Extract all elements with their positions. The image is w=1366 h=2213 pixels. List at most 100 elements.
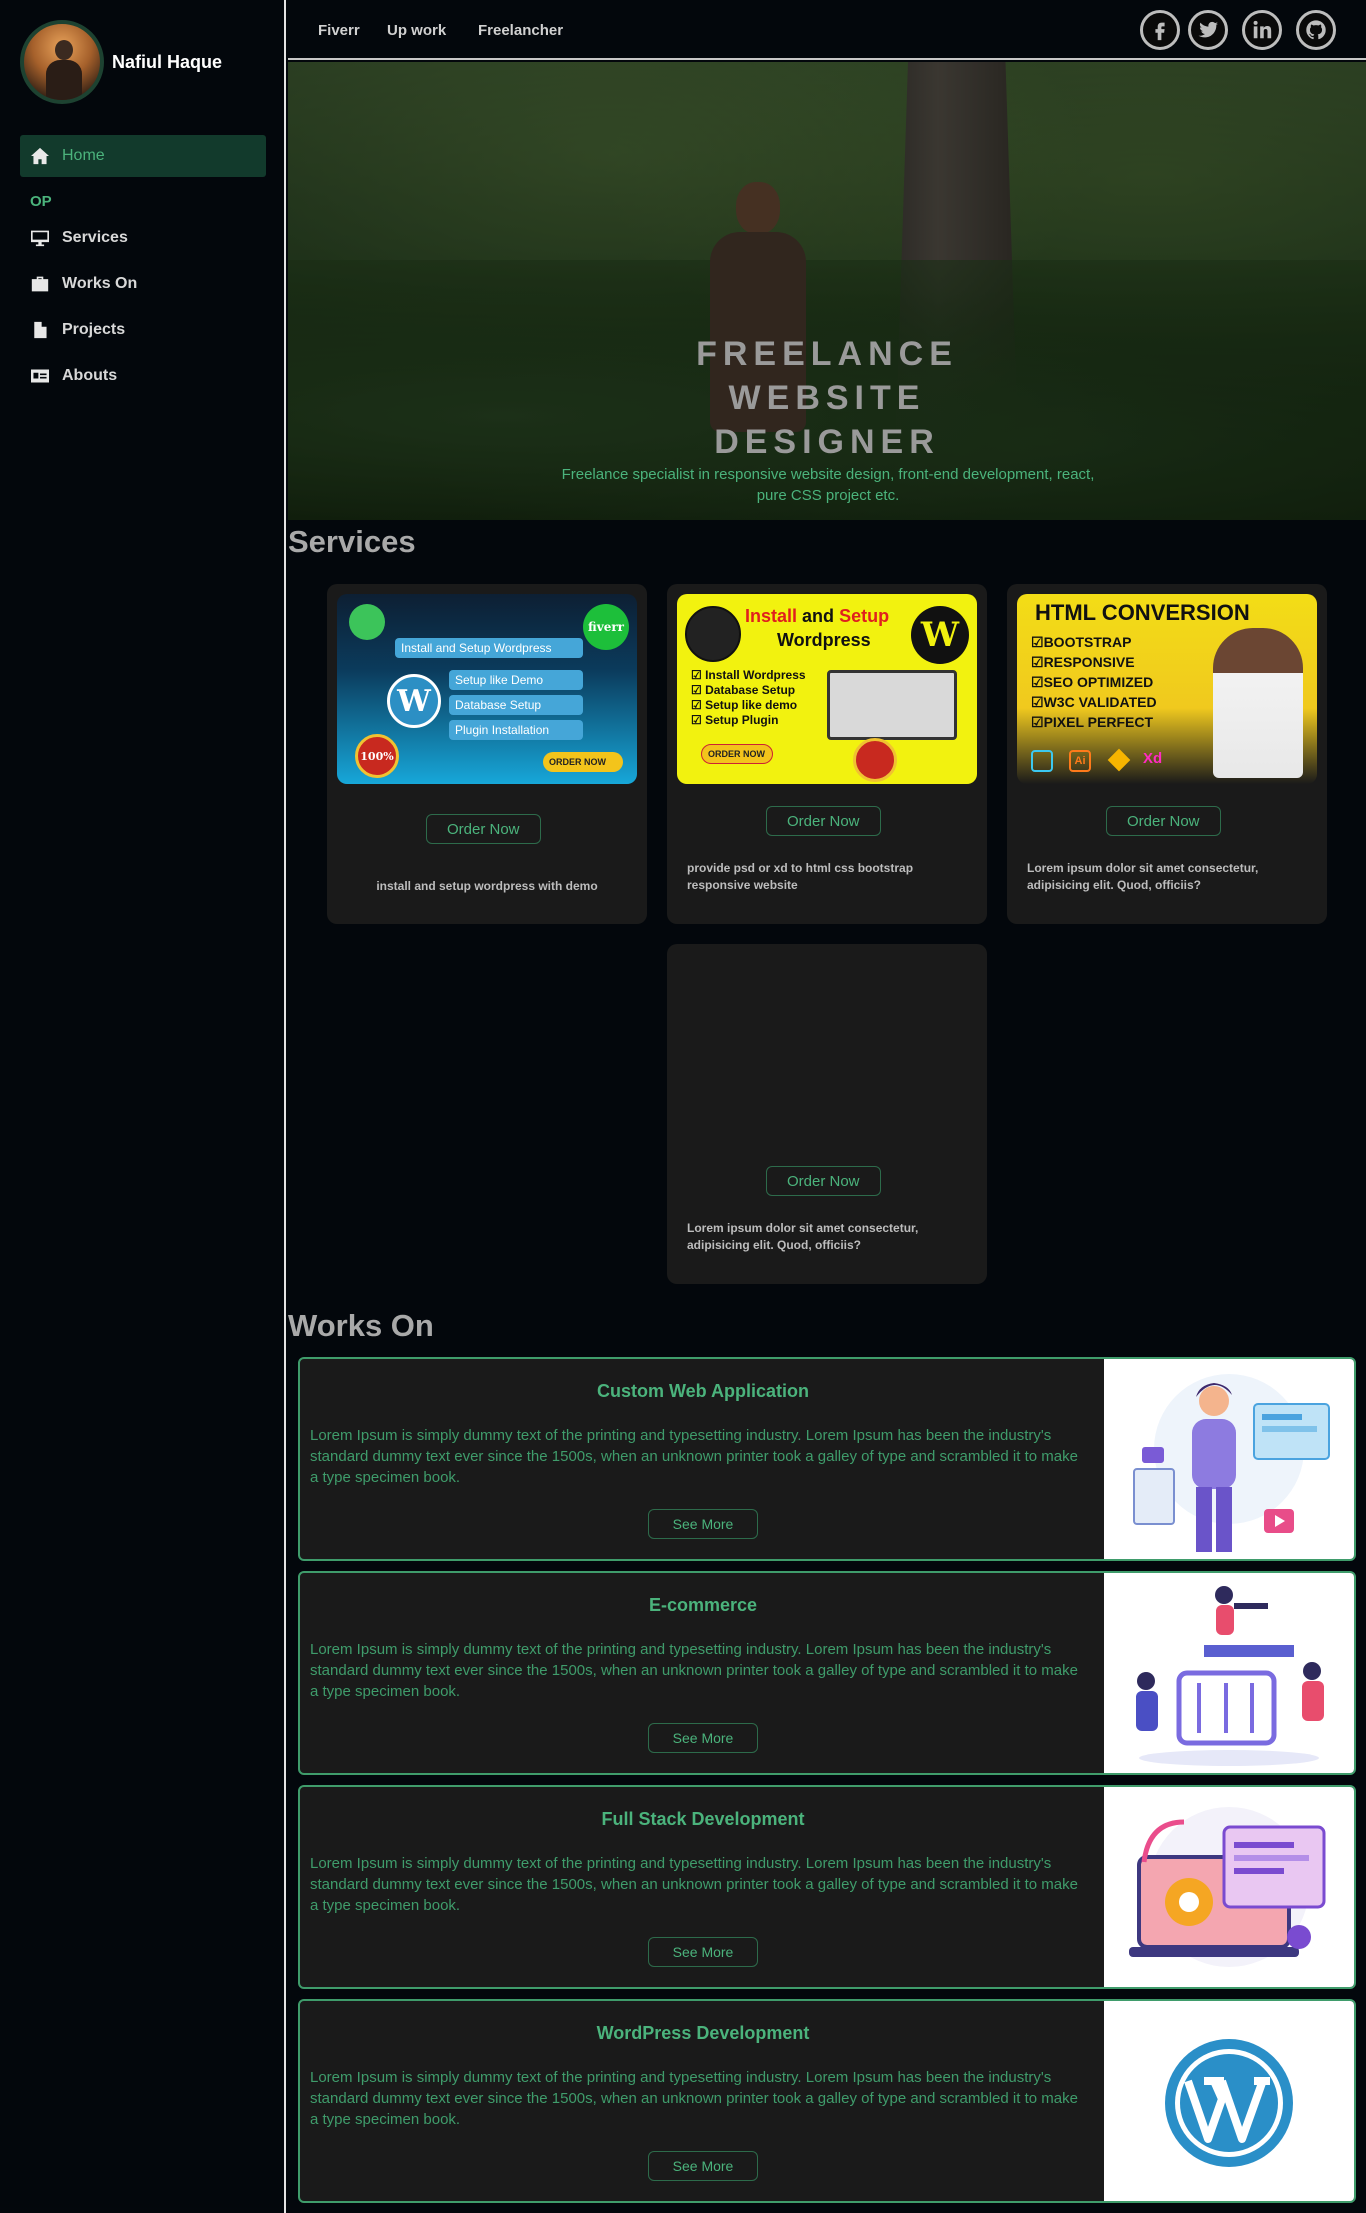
service-card: fiverr Install and Setup Wordpress W Set… — [327, 584, 647, 924]
work-title: Full Stack Development — [601, 1809, 805, 1829]
work-title: E-commerce — [648, 1595, 758, 1615]
service-image-wordpress-install: Install and Setup Wordpress W ☑ Install … — [677, 594, 977, 784]
service-card: Install and Setup Wordpress W ☑ Install … — [667, 584, 987, 924]
image-item: Setup like Demo — [449, 670, 583, 690]
image-item-text: RESPONSIVE — [1043, 654, 1135, 670]
satisfaction-seal-icon — [853, 738, 897, 782]
order-now-button[interactable]: Order Now — [426, 814, 541, 844]
image-item: ☑BOOTSTRAP — [1031, 634, 1132, 650]
work-text: Lorem Ipsum is simply dummy text of the … — [310, 2069, 1078, 2128]
service-card: HTML CONVERSION ☑BOOTSTRAP ☑RESPONSIVE ☑… — [1007, 584, 1327, 924]
image-item-text: W3C VALIDATED — [1043, 694, 1157, 710]
sidebar-item-projects[interactable]: Projects — [20, 309, 266, 351]
hero-subtitle: Freelance specialist in responsive websi… — [561, 466, 1095, 504]
order-now-image-cta: ORDER NOW — [701, 744, 773, 764]
facebook-link[interactable] — [1140, 10, 1180, 50]
work-title: WordPress Development — [596, 2023, 810, 2043]
order-now-button[interactable]: Order Now — [766, 806, 881, 836]
home-icon — [31, 147, 49, 165]
image-title-setup: Setup — [839, 606, 890, 626]
image-item-text: Setup like demo — [705, 698, 798, 712]
services-heading: Services — [288, 524, 416, 559]
wordpress-logo-icon — [1104, 2001, 1354, 2201]
image-title-and: and — [802, 606, 835, 626]
image-item: ☑ Install Wordpress — [691, 668, 806, 682]
image-item: Plugin Installation — [449, 720, 583, 740]
developer-illustration — [1104, 1359, 1354, 1559]
image-banner: Install and Setup Wordpress — [395, 638, 583, 658]
xd-icon: Xd — [1143, 750, 1163, 767]
sidebar-item-abouts[interactable]: Abouts — [20, 355, 266, 397]
twitter-link[interactable] — [1188, 10, 1228, 50]
image-item: ☑SEO OPTIMIZED — [1031, 674, 1154, 690]
sidebar: Nafiul Haque Home OP Services Works On P… — [0, 0, 286, 2213]
work-text: Lorem Ipsum is simply dummy text of the … — [310, 1641, 1078, 1700]
work-card: Custom Web Application Lorem Ipsum is si… — [298, 1357, 1356, 1561]
work-card: WordPress Development Lorem Ipsum is sim… — [298, 1999, 1356, 2203]
briefcase-icon — [31, 276, 49, 292]
image-item-text: SEO OPTIMIZED — [1043, 674, 1154, 690]
github-link[interactable] — [1296, 10, 1336, 50]
linkedin-link[interactable] — [1242, 10, 1282, 50]
profile: Nafiul Haque — [20, 20, 222, 104]
sidebar-item-home[interactable]: Home — [20, 135, 266, 177]
sidebar-item-label: Projects — [62, 321, 126, 338]
see-more-button[interactable]: See More — [648, 1723, 758, 1753]
file-icon — [34, 321, 47, 339]
image-title-line2: Wordpress — [777, 630, 871, 650]
image-item: ☑W3C VALIDATED — [1031, 694, 1157, 710]
image-title: HTML CONVERSION — [1035, 600, 1250, 625]
service-description: install and setup wordpress with demo — [376, 879, 598, 893]
image-item-text: BOOTSTRAP — [1043, 634, 1132, 650]
profile-name: Nafiul Haque — [112, 51, 223, 72]
service-description: Lorem ipsum dolor sit amet consectetur, … — [687, 1221, 919, 1252]
satisfaction-seal-icon: 100% — [355, 734, 399, 778]
image-item-text: Setup Plugin — [705, 713, 779, 727]
hero-title: FREELANCE WEBSITE DESIGNER — [288, 332, 1366, 464]
nav-link-fiverr[interactable]: Fiverr — [318, 22, 360, 39]
sidebar-item-works-on[interactable]: Works On — [20, 263, 266, 305]
service-description: provide psd or xd to html css bootstrap … — [687, 861, 914, 892]
facebook-icon — [1155, 22, 1165, 41]
sidebar-item-label: Services — [62, 229, 128, 246]
seller-avatar — [349, 604, 385, 640]
image-item: ☑ Setup Plugin — [691, 713, 779, 727]
sidebar-item-label: Works On — [62, 275, 138, 292]
twitter-icon — [1198, 21, 1219, 38]
work-title: Custom Web Application — [596, 1381, 809, 1401]
work-card: E-commerce Lorem Ipsum is simply dummy t… — [298, 1571, 1356, 1775]
fiverr-badge: fiverr — [583, 604, 629, 650]
image-item: ☑ Database Setup — [691, 683, 796, 697]
image-item: Database Setup — [449, 695, 583, 715]
service-image-wordpress-setup: fiverr Install and Setup Wordpress W Set… — [337, 594, 637, 784]
topbar: Fiverr Up work Freelancher — [288, 0, 1366, 60]
hero-banner: FREELANCE WEBSITE DESIGNER Freelance spe… — [288, 62, 1366, 520]
work-text: Lorem Ipsum is simply dummy text of the … — [310, 1427, 1078, 1486]
work-card: Full Stack Development Lorem Ipsum is si… — [298, 1785, 1356, 1989]
see-more-button[interactable]: See More — [648, 2151, 758, 2181]
see-more-button[interactable]: See More — [648, 1509, 758, 1539]
service-image-html-conversion: HTML CONVERSION ☑BOOTSTRAP ☑RESPONSIVE ☑… — [1017, 594, 1317, 784]
works-heading: Works On — [288, 1308, 434, 1343]
hero-title-line: DESIGNER — [714, 423, 940, 461]
image-item-text: PIXEL PERFECT — [1043, 714, 1153, 730]
see-more-button[interactable]: See More — [648, 1937, 758, 1967]
service-description: Lorem ipsum dolor sit amet consectetur, … — [1027, 861, 1259, 892]
nav-link-freelancher[interactable]: Freelancher — [478, 22, 563, 39]
photoshop-icon — [1031, 750, 1053, 772]
person-photo — [1213, 628, 1303, 778]
order-now-button[interactable]: Order Now — [1106, 806, 1221, 836]
ecommerce-illustration — [1104, 1573, 1354, 1773]
sidebar-section-label: OP — [30, 193, 52, 210]
id-card-icon — [31, 369, 49, 383]
order-now-button[interactable]: Order Now — [766, 1166, 881, 1196]
desktop-icon — [31, 230, 49, 247]
wordpress-logo-icon: W — [911, 606, 969, 664]
work-text: Lorem Ipsum is simply dummy text of the … — [310, 1855, 1078, 1914]
image-item-text: Install Wordpress — [705, 668, 806, 682]
sidebar-item-services[interactable]: Services — [20, 217, 266, 259]
order-now-image-cta: ORDER NOW — [543, 752, 623, 772]
nav-link-upwork[interactable]: Up work — [387, 22, 446, 39]
hero-title-line: FREELANCE — [696, 335, 958, 373]
sidebar-item-label: Abouts — [62, 367, 118, 384]
